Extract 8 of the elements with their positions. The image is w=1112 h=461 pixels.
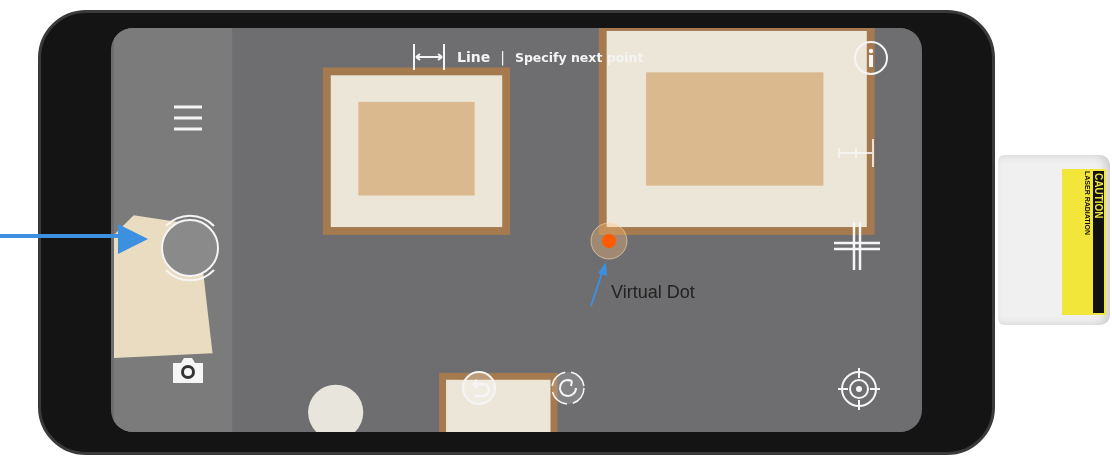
- target-button[interactable]: [838, 368, 880, 413]
- caution-text: CAUTION: [1093, 171, 1104, 313]
- virtual-dot-icon: [589, 221, 629, 261]
- mode-label: Line: [457, 49, 491, 65]
- virtual-dot-label: Virtual Dot: [611, 282, 695, 303]
- separator: |: [500, 49, 505, 65]
- line-measure-icon: [411, 42, 447, 72]
- pointer-arrow: [588, 262, 610, 308]
